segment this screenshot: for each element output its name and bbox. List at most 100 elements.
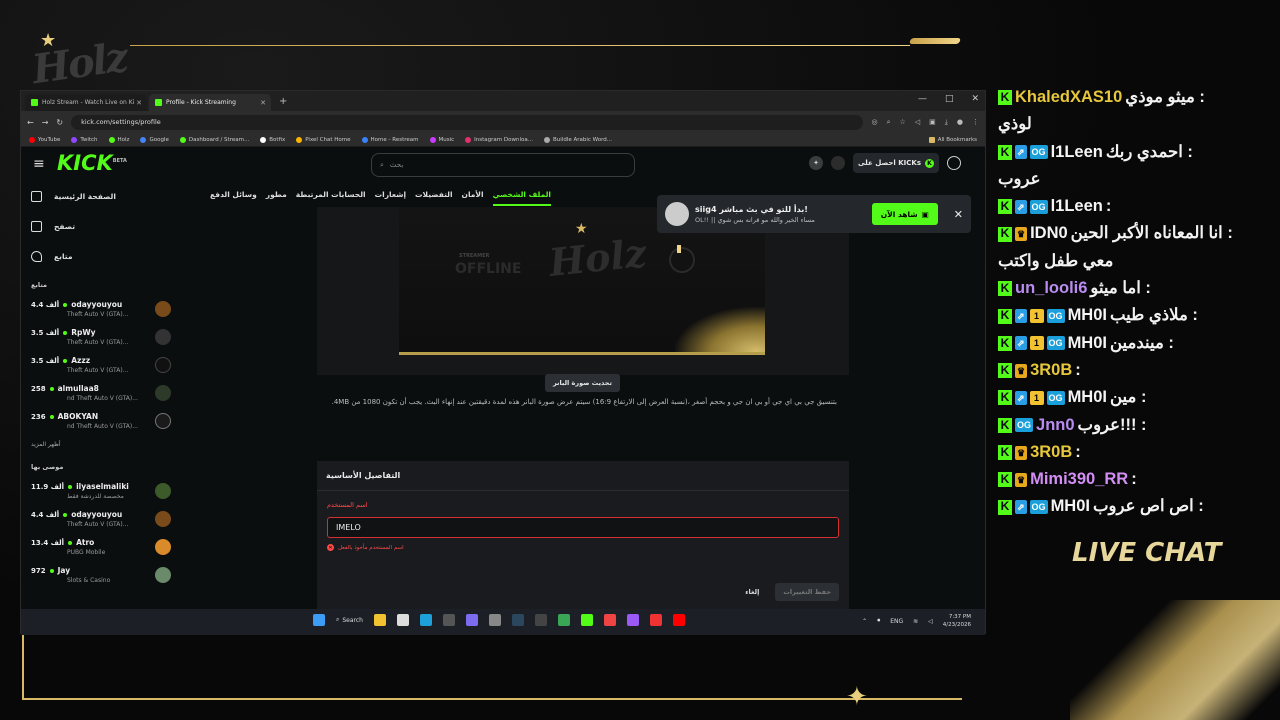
- user-avatar[interactable]: [831, 156, 846, 170]
- back-icon[interactable]: ←: [27, 118, 34, 127]
- mute-icon[interactable]: ◁: [915, 118, 920, 127]
- sidebar-item-browse[interactable]: تصفح: [31, 211, 171, 241]
- bookmark-twitch[interactable]: Twitch: [71, 136, 98, 143]
- sidebar-item-following[interactable]: متابع: [31, 241, 171, 271]
- calculator-icon[interactable]: [443, 614, 455, 626]
- close-icon[interactable]: ✕: [954, 208, 963, 221]
- language-indicator[interactable]: ENG: [890, 618, 903, 625]
- bookmark-instagram[interactable]: Instagram Downloa...: [465, 136, 533, 143]
- speaker-icon[interactable]: ◁: [928, 618, 933, 625]
- tab-security[interactable]: الأمان: [462, 190, 484, 199]
- save-changes-button[interactable]: حفظ التغييرات: [775, 583, 839, 601]
- app-icon[interactable]: [604, 614, 616, 626]
- cancel-button[interactable]: إلغاء: [745, 588, 759, 596]
- youtube-icon[interactable]: [673, 614, 685, 626]
- app-icon[interactable]: [535, 614, 547, 626]
- url-input[interactable]: kick.com/settings/profile: [71, 114, 864, 130]
- zoom-icon[interactable]: ⌕: [887, 118, 891, 127]
- bookmark-youtube[interactable]: YouTube: [29, 136, 60, 143]
- obs-icon[interactable]: [489, 614, 501, 626]
- bookmark-dashboard[interactable]: Dashboard / Stream...: [179, 136, 249, 143]
- hamburger-menu-icon[interactable]: ≡: [33, 156, 45, 172]
- lens-icon[interactable]: ◎: [871, 118, 877, 127]
- search-input[interactable]: ⌕ بحث: [371, 153, 635, 177]
- bookmark-restream[interactable]: Home - Restream: [361, 136, 419, 143]
- bookmark-pixelchat[interactable]: Pixel Chat Home: [296, 136, 351, 143]
- reload-icon[interactable]: ↻: [56, 118, 63, 127]
- music-icon: [429, 136, 436, 143]
- wifi-icon[interactable]: ≋: [913, 618, 918, 625]
- tab-preferences[interactable]: التفضيلات: [415, 190, 453, 199]
- maximize-icon[interactable]: □: [945, 94, 954, 104]
- avatar: [155, 385, 171, 401]
- taskbar-search[interactable]: ⌕ Search: [336, 616, 363, 624]
- username-field[interactable]: IMELO: [327, 517, 839, 538]
- bookmark-buildle[interactable]: Buildle Arabic Word...: [544, 136, 612, 143]
- tab-connected-accounts[interactable]: الحسابات المرتبطة: [296, 190, 366, 199]
- username-label: اسم المستخدم: [327, 501, 368, 509]
- show-more-link[interactable]: أظهر المزيد: [31, 435, 171, 453]
- channel-item[interactable]: 13.4 ألف Atro PUBG Mobile: [31, 533, 171, 561]
- get-kicks-button[interactable]: احصل على KICKs K: [853, 153, 939, 173]
- browser-tab-active[interactable]: Profile - Kick Streaming ✕: [149, 94, 271, 111]
- channel-item[interactable]: 236 ABOKYAN nd Theft Auto V (GTA)...: [31, 407, 171, 435]
- channel-item[interactable]: 972 Jay Slots & Casino: [31, 561, 171, 589]
- chat-text: احمدي ربك :: [1105, 142, 1193, 161]
- extension-icon[interactable]: ▣: [929, 118, 936, 127]
- chrome-icon[interactable]: [558, 614, 570, 626]
- tab-payment-methods[interactable]: وسائل الدفع: [210, 190, 257, 199]
- channel-item[interactable]: 11.9 ألف ilyaselmaliki مخصصة للدردشة فقط: [31, 477, 171, 505]
- power-icon: [669, 247, 695, 273]
- close-tab-icon[interactable]: ✕: [136, 99, 142, 107]
- tab-developer[interactable]: مطور: [266, 190, 287, 199]
- minimize-icon[interactable]: —: [918, 94, 927, 104]
- bookmark-music[interactable]: Music: [429, 136, 454, 143]
- kick-logo[interactable]: KICKBETA: [57, 151, 127, 175]
- profile-icon[interactable]: ●: [957, 118, 963, 127]
- browser-tab[interactable]: Holz Stream - Watch Live on Ki ✕: [25, 94, 147, 111]
- chat-message: K ⇗ 1 OG MH0I مين :: [992, 384, 1280, 411]
- download-icon[interactable]: ⤓: [945, 118, 948, 127]
- notifications-icon[interactable]: ✦: [809, 156, 824, 170]
- bookmark-google[interactable]: Google: [140, 136, 169, 143]
- watch-now-button[interactable]: شاهد الآن ▣: [871, 203, 938, 225]
- username-error: ✕ اسم المستخدم مأخوذ بالفعل: [327, 544, 404, 551]
- bookmark-star-icon[interactable]: ☆: [899, 118, 905, 127]
- store-icon[interactable]: [397, 614, 409, 626]
- channel-item[interactable]: 3.5 ألف RpWy Theft Auto V (GTA)...: [31, 323, 171, 351]
- chevron-up-icon[interactable]: ⌃: [862, 618, 867, 625]
- heart-icon: [31, 250, 42, 262]
- edge-icon[interactable]: [420, 614, 432, 626]
- chat-bubble-icon[interactable]: [947, 156, 961, 170]
- tab-notifications[interactable]: إشعارات: [375, 190, 406, 199]
- channel-item[interactable]: 258 almullaa8 nd Theft Auto V (GTA)...: [31, 379, 171, 407]
- recommended-header: موصى بها: [31, 463, 64, 471]
- close-window-icon[interactable]: ✕: [971, 94, 979, 104]
- avatar: [155, 539, 171, 555]
- close-tab-icon[interactable]: ✕: [260, 99, 266, 107]
- basic-details-title: التفاصيل الأساسية: [317, 461, 849, 491]
- menu-dots-icon[interactable]: ⋮: [972, 118, 979, 127]
- microphone-icon[interactable]: ⏺: [877, 617, 880, 625]
- new-tab-icon[interactable]: +: [279, 96, 287, 107]
- tab-profile[interactable]: الملف الشخصي: [492, 190, 551, 206]
- forward-icon[interactable]: →: [42, 118, 49, 127]
- kick-app-icon[interactable]: [581, 614, 593, 626]
- og-badge-icon: OG: [1029, 145, 1048, 160]
- steam-icon[interactable]: [512, 614, 524, 626]
- channel-item[interactable]: 3.5 ألف Azzz Theft Auto V (GTA)...: [31, 351, 171, 379]
- app-icon[interactable]: [650, 614, 662, 626]
- sidebar-item-home[interactable]: الصفحة الرئيسية: [31, 181, 171, 211]
- live-dot: [68, 540, 73, 545]
- channel-item[interactable]: 4.4 ألف odayyouyou Theft Auto V (GTA)...: [31, 295, 171, 323]
- bookmark-holz[interactable]: Holz: [108, 136, 129, 143]
- channel-item[interactable]: 4.4 ألف odayyouyou Theft Auto V (GTA)...: [31, 505, 171, 533]
- windows-start-icon[interactable]: [313, 614, 325, 626]
- bookmark-botfix[interactable]: Botfix: [260, 136, 285, 143]
- update-banner-button[interactable]: تحديث صورة البانر: [545, 374, 620, 392]
- discord-icon[interactable]: [466, 614, 478, 626]
- all-bookmarks[interactable]: All Bookmarks: [928, 136, 977, 143]
- file-explorer-icon[interactable]: [374, 614, 386, 626]
- app-icon[interactable]: [627, 614, 639, 626]
- clock[interactable]: 7:37 PM 4/23/2026: [943, 613, 971, 629]
